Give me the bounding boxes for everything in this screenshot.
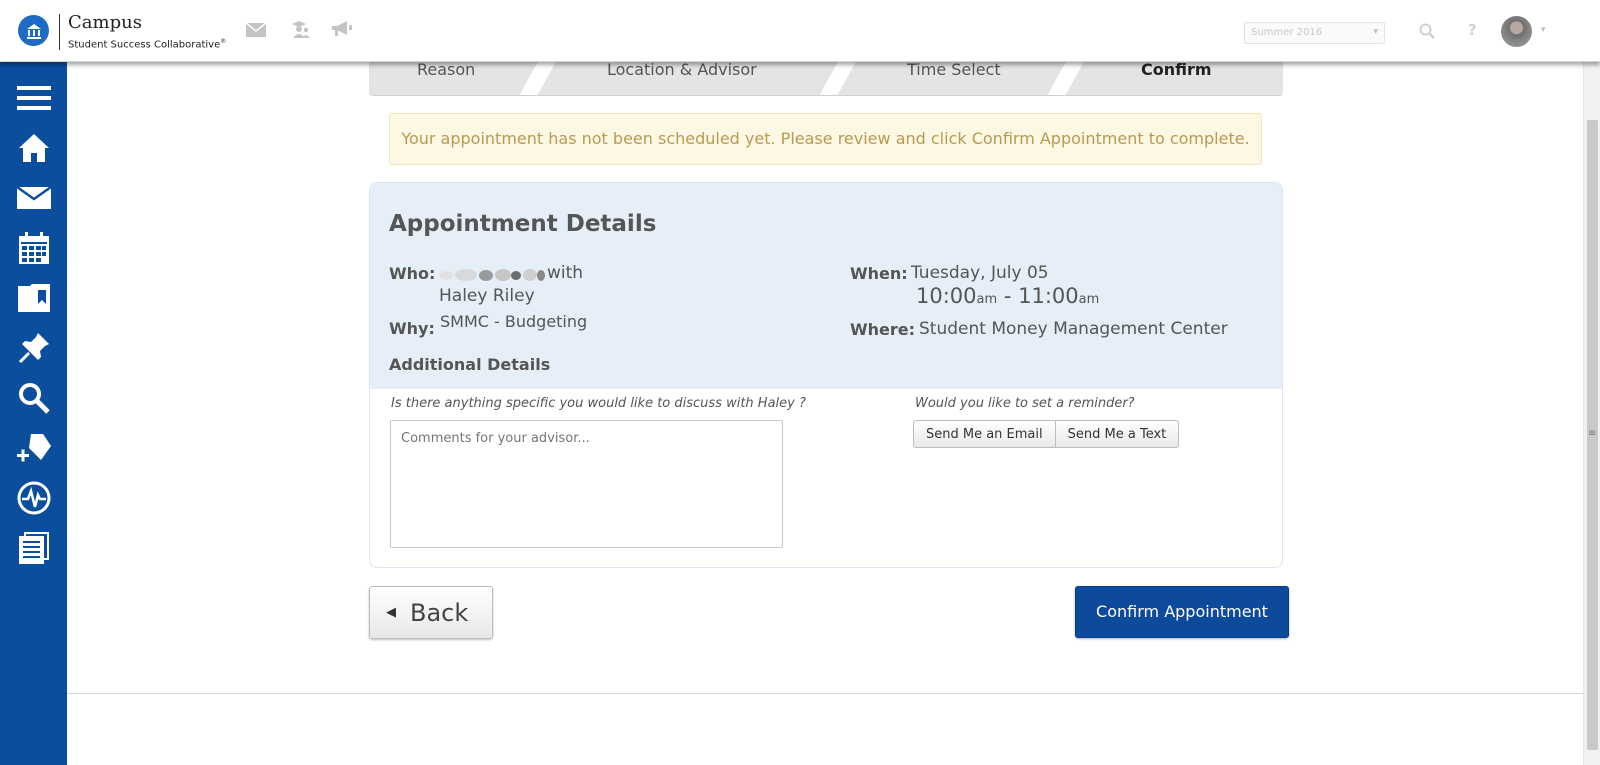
help-icon[interactable]: ?: [1468, 21, 1477, 39]
students-icon[interactable]: [290, 20, 310, 42]
activity-icon: [17, 481, 51, 515]
sidebar-item-add-tag[interactable]: [16, 430, 52, 466]
additional-details-title: Additional Details: [389, 355, 551, 374]
menu-icon: [17, 86, 51, 110]
chevron-down-icon: ▾: [1373, 27, 1378, 37]
sidebar-item-home[interactable]: [16, 130, 52, 166]
sidebar-item-menu[interactable]: [16, 80, 52, 116]
who-with: with: [547, 263, 584, 283]
step-location-advisor[interactable]: Location & Advisor: [607, 60, 757, 79]
back-button[interactable]: ◀ Back: [369, 586, 493, 639]
chevron-down-icon[interactable]: ▾: [1541, 25, 1546, 35]
folder-icon: [18, 284, 50, 312]
step-time-select[interactable]: Time Select: [907, 60, 1001, 79]
progress-steps: Reason Location & Advisor Time Select Co…: [369, 56, 1283, 96]
sidebar-item-pinned[interactable]: [16, 330, 52, 366]
who-label: Who:: [389, 264, 436, 283]
mail-icon: [17, 187, 51, 209]
brand-title: Campus: [68, 12, 142, 33]
sidebar-item-notes[interactable]: [16, 530, 52, 566]
appointment-time: 10:00am - 11:00am: [916, 284, 1100, 308]
when-label: When:: [850, 264, 908, 283]
where-label: Where:: [850, 320, 916, 339]
sidebar-item-activity[interactable]: [16, 480, 52, 516]
footer-divider: [67, 693, 1583, 694]
step-reason[interactable]: Reason: [417, 60, 475, 79]
campus-logo-icon[interactable]: [18, 15, 49, 46]
search-icon: [19, 383, 50, 414]
megaphone-icon[interactable]: [331, 21, 353, 41]
search-icon[interactable]: [1419, 23, 1435, 43]
reminder-button-group: Send Me an Email Send Me a Text: [913, 420, 1180, 448]
confirm-appointment-button[interactable]: Confirm Appointment: [1075, 586, 1289, 638]
why-label: Why:: [389, 319, 435, 338]
warning-alert: Your appointment has not been scheduled …: [389, 113, 1262, 165]
advisor-comments-input[interactable]: [390, 420, 783, 548]
brand-subtitle: Student Success Collaborative®: [68, 38, 227, 51]
term-select[interactable]: Summer 2016 ▾: [1244, 22, 1385, 44]
sidebar-item-folders[interactable]: [16, 280, 52, 316]
send-email-button[interactable]: Send Me an Email: [913, 420, 1056, 448]
pin-icon: [18, 333, 49, 364]
send-text-button[interactable]: Send Me a Text: [1055, 420, 1180, 448]
step-confirm: Confirm: [1141, 60, 1212, 79]
notes-icon: [19, 532, 49, 564]
sidebar-item-calendar[interactable]: [16, 230, 52, 266]
avatar[interactable]: [1501, 16, 1532, 47]
redacted-student-name: [439, 267, 545, 283]
why-value: SMMC - Budgeting: [440, 312, 588, 331]
appointment-details-card: Appointment Details Who: with Haley Rile…: [369, 182, 1283, 568]
details-title: Appointment Details: [389, 211, 657, 237]
page-scrollbar[interactable]: ≡: [1583, 62, 1600, 765]
sidebar-nav: [0, 62, 67, 765]
advisor-name: Haley Riley: [439, 286, 535, 306]
sidebar-item-search[interactable]: [16, 380, 52, 416]
discuss-question: Is there anything specific you would lik…: [391, 396, 806, 411]
sidebar-item-messages[interactable]: [16, 180, 52, 216]
add-tag-icon: [17, 434, 51, 462]
home-icon: [19, 134, 49, 162]
main-content: Reason Location & Advisor Time Select Co…: [67, 56, 1583, 765]
calendar-icon: [19, 232, 49, 264]
caret-left-icon: ◀: [386, 605, 396, 620]
mail-icon[interactable]: [245, 22, 267, 41]
reminder-question: Would you like to set a reminder?: [915, 396, 1135, 411]
where-value: Student Money Management Center: [919, 319, 1228, 339]
appointment-date: Tuesday, July 05: [911, 263, 1049, 283]
top-header: Campus Student Success Collaborative® Su…: [0, 0, 1600, 62]
